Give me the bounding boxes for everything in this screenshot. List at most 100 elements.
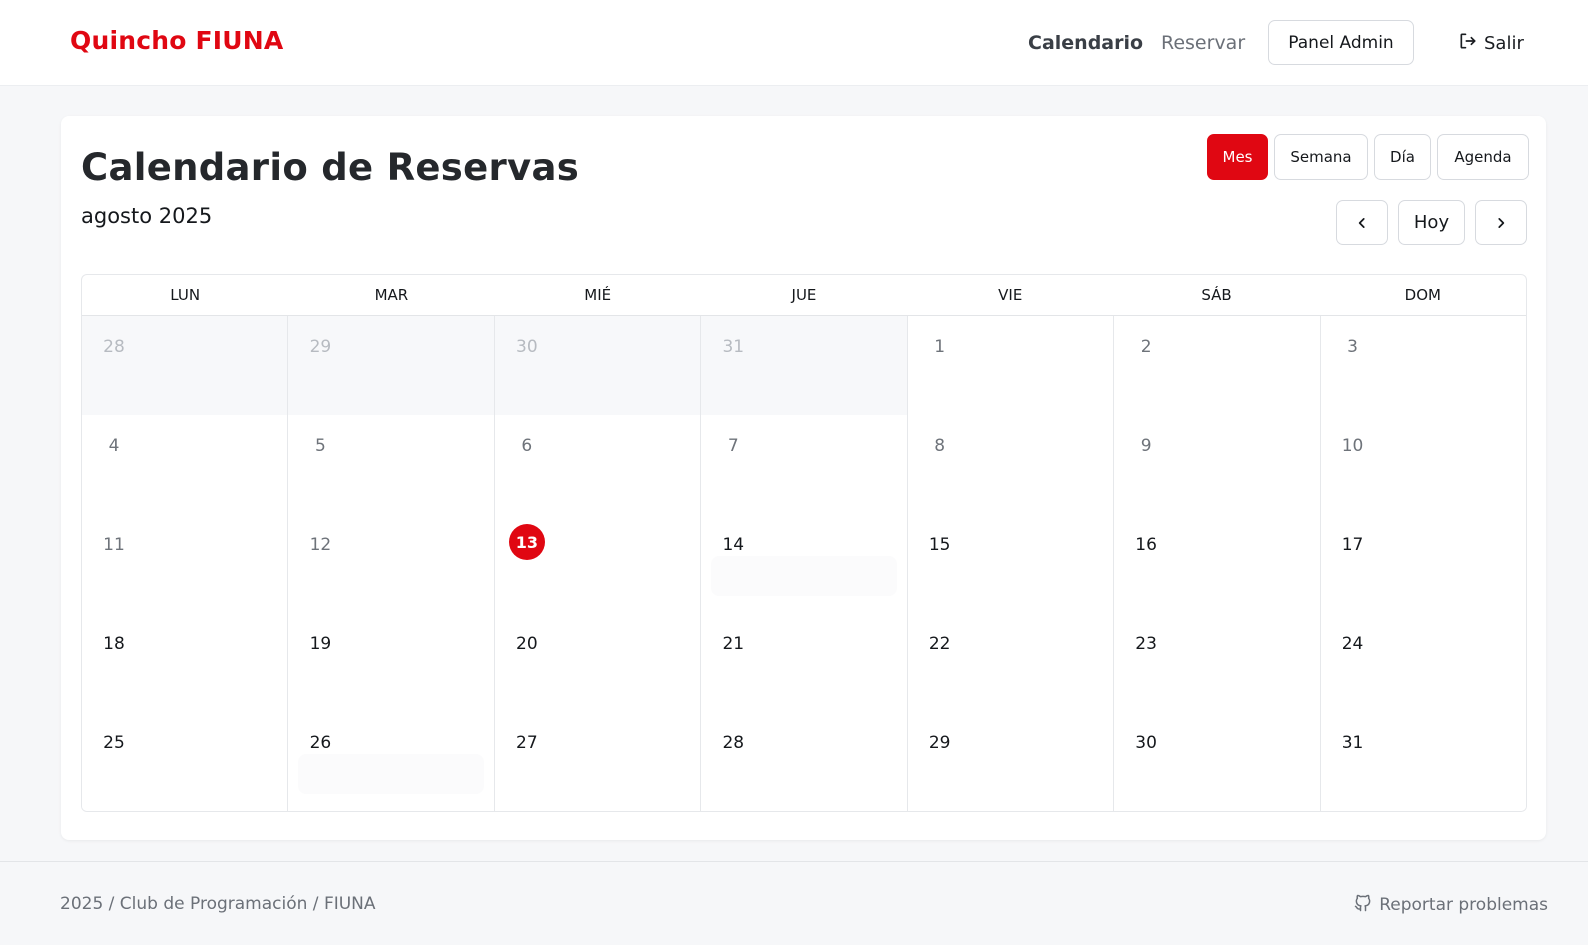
day-number: 18: [103, 634, 125, 654]
weekday-header: MIÉ: [584, 286, 612, 304]
day-cell[interactable]: 27: [494, 712, 702, 811]
day-number: 12: [309, 535, 332, 555]
day-number: 17: [1341, 535, 1364, 555]
event-placeholder: [298, 754, 484, 794]
weekday-header: MAR: [374, 286, 409, 304]
day-cell[interactable]: 30: [494, 316, 702, 415]
day-cell[interactable]: 8: [907, 415, 1115, 514]
day-cell[interactable]: 18: [82, 613, 289, 712]
day-number: 22: [928, 634, 951, 654]
day-number: 4: [108, 436, 120, 456]
day-number: 20: [516, 634, 538, 654]
report-issues-link[interactable]: Reportar problemas: [1353, 892, 1548, 918]
day-cell[interactable]: 25: [82, 712, 289, 811]
day-cell[interactable]: 7: [701, 415, 908, 514]
day-number: 28: [103, 337, 125, 357]
view-day-button[interactable]: Día: [1374, 134, 1431, 180]
calendar-card: Calendario de Reservas agosto 2025 Mes S…: [61, 116, 1546, 840]
day-cell[interactable]: 26: [288, 712, 495, 811]
day-cell[interactable]: 29: [907, 712, 1115, 811]
day-cell[interactable]: 9: [1114, 415, 1321, 514]
day-cell[interactable]: 28: [701, 712, 908, 811]
day-cell[interactable]: 2: [1114, 316, 1321, 415]
day-cell[interactable]: 19: [288, 613, 495, 712]
day-cell[interactable]: 5: [288, 415, 495, 514]
nav-link-calendar[interactable]: Calendario: [1028, 31, 1143, 55]
week-row: 28 29 30 31 1 2 3: [82, 316, 1526, 416]
day-cell[interactable]: 11: [82, 514, 289, 613]
day-cell[interactable]: 22: [907, 613, 1115, 712]
day-number: 29: [928, 733, 951, 753]
day-cell[interactable]: 14: [701, 514, 908, 613]
prev-month-button[interactable]: [1336, 200, 1388, 245]
day-number: 31: [722, 337, 745, 357]
day-cell[interactable]: 23: [1114, 613, 1321, 712]
day-cell[interactable]: 4: [82, 415, 289, 514]
day-number: 15: [928, 535, 951, 555]
day-cell[interactable]: 12: [288, 514, 495, 613]
day-cell[interactable]: 15: [907, 514, 1115, 613]
footer-credit: 2025 / Club de Programación / FIUNA: [60, 894, 376, 914]
page-title: Calendario de Reservas: [81, 146, 580, 189]
day-cell[interactable]: 16: [1114, 514, 1321, 613]
day-number: 24: [1341, 634, 1364, 654]
day-number: 11: [103, 535, 125, 555]
day-number: 31: [1341, 733, 1364, 753]
day-cell[interactable]: 24: [1320, 613, 1526, 712]
day-cell[interactable]: 17: [1320, 514, 1526, 613]
day-number: 19: [309, 634, 332, 654]
day-number: 21: [722, 634, 745, 654]
day-cell[interactable]: 20: [494, 613, 702, 712]
day-number: 26: [309, 733, 332, 753]
week-row: 25 26 27 28 29 30 31: [82, 712, 1526, 811]
logout-button[interactable]: Salir: [1458, 30, 1524, 56]
day-cell[interactable]: 6: [494, 415, 702, 514]
next-month-button[interactable]: [1475, 200, 1527, 245]
day-number: 14: [722, 535, 745, 555]
weekday-header: DOM: [1404, 286, 1441, 304]
view-agenda-button[interactable]: Agenda: [1437, 134, 1529, 180]
month-grid: LUN MAR MIÉ JUE VIE SÁB DOM 28 29 30 31 1 2 3 4…: [81, 274, 1527, 812]
today-button[interactable]: Hoy: [1398, 200, 1465, 245]
weekday-header: JUE: [791, 286, 817, 304]
day-number: 23: [1135, 634, 1157, 654]
day-number: 16: [1135, 535, 1157, 555]
day-cell[interactable]: 31: [701, 316, 908, 415]
day-cell[interactable]: 10: [1320, 415, 1526, 514]
day-number: 9: [1140, 436, 1152, 456]
day-number: 30: [516, 337, 538, 357]
chevron-right-icon: [1498, 217, 1505, 228]
brand-logo[interactable]: Quincho FIUNA: [70, 26, 283, 55]
weekday-header: SÁB: [1201, 286, 1232, 304]
day-number: 28: [722, 733, 745, 753]
day-cell[interactable]: 29: [288, 316, 495, 415]
view-week-button[interactable]: Semana: [1274, 134, 1368, 180]
view-month-button[interactable]: Mes: [1207, 134, 1268, 180]
logout-label: Salir: [1484, 32, 1524, 54]
day-number: 29: [309, 337, 332, 357]
chevron-left-icon: [1358, 217, 1365, 228]
day-number: 13: [508, 524, 545, 560]
day-number: 1: [934, 337, 946, 357]
day-cell[interactable]: 30: [1114, 712, 1321, 811]
page-footer: 2025 / Club de Programación / FIUNA Repo…: [0, 861, 1588, 945]
day-number: 7: [727, 436, 739, 456]
day-cell-today[interactable]: 13: [494, 514, 702, 613]
weekday-header: VIE: [998, 286, 1023, 304]
day-cell[interactable]: 21: [701, 613, 908, 712]
admin-panel-button[interactable]: Panel Admin: [1268, 20, 1414, 65]
day-cell[interactable]: 28: [82, 316, 289, 415]
week-row: 11 12 13 14 15 16 17: [82, 514, 1526, 614]
day-number: 27: [516, 733, 538, 753]
day-cell[interactable]: 3: [1320, 316, 1526, 415]
top-navbar: Quincho FIUNA Calendario Reservar Panel …: [0, 0, 1588, 86]
nav-link-reserve[interactable]: Reservar: [1161, 31, 1245, 55]
github-icon: [1353, 893, 1373, 918]
day-number: 2: [1140, 337, 1152, 357]
day-number: 3: [1347, 337, 1358, 357]
logout-icon: [1458, 31, 1478, 56]
day-cell[interactable]: 1: [907, 316, 1115, 415]
day-cell[interactable]: 31: [1320, 712, 1526, 811]
weekday-header-row: LUN MAR MIÉ JUE VIE SÁB DOM: [82, 275, 1526, 316]
day-number: 8: [934, 436, 946, 456]
